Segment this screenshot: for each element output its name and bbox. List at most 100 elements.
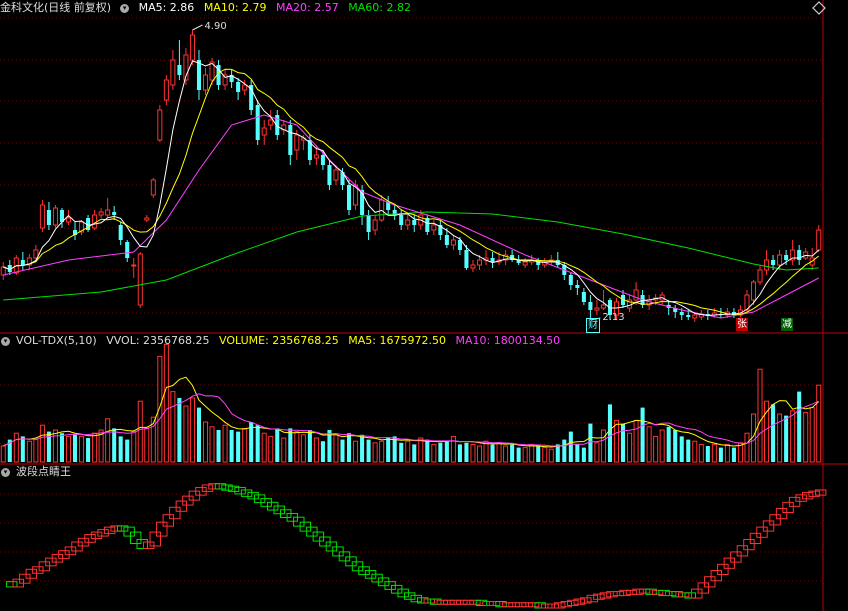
chevron-down-icon[interactable]: ▾ [1,336,10,346]
chevron-down-icon[interactable]: ▾ [120,3,130,13]
candle-body [464,250,469,268]
diamond-icon[interactable] [812,1,826,15]
indicator-step [6,581,18,588]
indicator-step [501,602,514,608]
volume-bar [568,431,573,462]
volume-bar [288,428,293,462]
volume-bar [464,442,469,462]
indicator-step [143,541,155,549]
volume-bar [52,429,58,463]
volume-bar [0,445,6,463]
candle-body [327,165,332,185]
volume-bar [105,418,111,463]
volume-bar [261,432,267,463]
indicator-header: ▾ 波段点睛王 [0,464,77,480]
volume-bar [144,427,150,463]
annotations: 4.90 2.13 [192,21,625,323]
vol-title: VOL-TDX(5,10) [16,334,97,347]
volume-bar [405,440,411,463]
indicator-step [801,491,814,500]
candle-body [261,127,267,136]
indicator-step [175,500,188,512]
indicator-step [625,589,638,595]
volume-bar [686,439,691,462]
candle-body [450,239,456,246]
indicator-step [90,531,103,540]
candle-body [189,34,195,61]
high-pointer [192,24,203,31]
volume-bar [412,444,417,462]
indicator-step [201,484,214,492]
volume-bar [646,426,652,463]
ma5-value: MA5: 2.86 [138,1,195,14]
indicator-step [769,514,781,526]
indicator-step [436,599,449,605]
volume-bar [347,433,352,462]
candle-body [52,207,58,226]
candle-body [366,215,371,232]
volume-bar [816,384,822,463]
volume-bar [131,431,137,463]
candle-body [816,229,822,251]
volume-bar [724,443,730,463]
volume-bar [771,404,776,462]
candle-body [594,307,600,311]
volume-bar [125,439,130,462]
tag-zhang[interactable]: 张 [736,318,748,331]
volume-bar [490,444,495,462]
candle-body [600,304,606,309]
chevron-down-icon[interactable]: ▾ [1,467,10,477]
candlestick-panel[interactable] [0,30,822,322]
candle-body [125,242,130,258]
volume-header: ▾ VOL-TDX(5,10) VVOL: 2356768.25 VOLUME: … [0,333,566,349]
indicator-step [547,603,559,609]
indicator-step [443,599,455,605]
indicator-step [234,486,246,495]
tag-jian[interactable]: 减 [781,318,793,331]
indicator-step [32,566,44,574]
candle-body [686,315,691,317]
indicator-step [462,599,475,605]
indicator-step [482,601,494,607]
candle-body [347,185,352,210]
candle-body [399,215,404,225]
indicator-panel[interactable] [6,483,827,609]
indicator-step [469,599,481,605]
indicator-step [247,491,259,500]
volume-bar [744,432,750,463]
volume-bar [797,391,802,462]
indicator-step [775,508,788,520]
high-label: 4.90 [204,21,226,32]
volume-bar [516,447,521,462]
indicator-step [743,539,755,551]
candle-body [777,254,783,266]
candle-body [20,260,25,265]
candle-body [242,84,248,91]
volume-bar [379,440,385,463]
stock-chart[interactable]: 4.90 2.13 [0,0,848,611]
volume-bar [627,432,633,463]
volume-bar [33,439,39,463]
indicator-title: 波段点睛王 [16,465,71,478]
indicator-step [129,531,142,545]
candle-body [202,74,209,91]
volume-bar [503,445,509,463]
volume-bar [692,440,698,463]
volume-bar [281,437,287,463]
indicator-step [449,599,462,605]
volume-bar [392,436,397,462]
candle-body [575,285,580,288]
volume-bar [183,405,189,463]
candle-body [236,82,241,92]
volume-bar [542,447,548,463]
volume-bar [496,442,502,463]
indicator-step [156,521,168,537]
volume-bar [216,430,221,462]
grid-lines [0,0,848,611]
tag-cai[interactable]: 财 [586,318,600,333]
candle-body [412,220,417,225]
volume-bar [621,423,626,462]
candle-body [757,269,763,283]
volume-bar [470,443,476,463]
volume-bar [562,439,567,462]
